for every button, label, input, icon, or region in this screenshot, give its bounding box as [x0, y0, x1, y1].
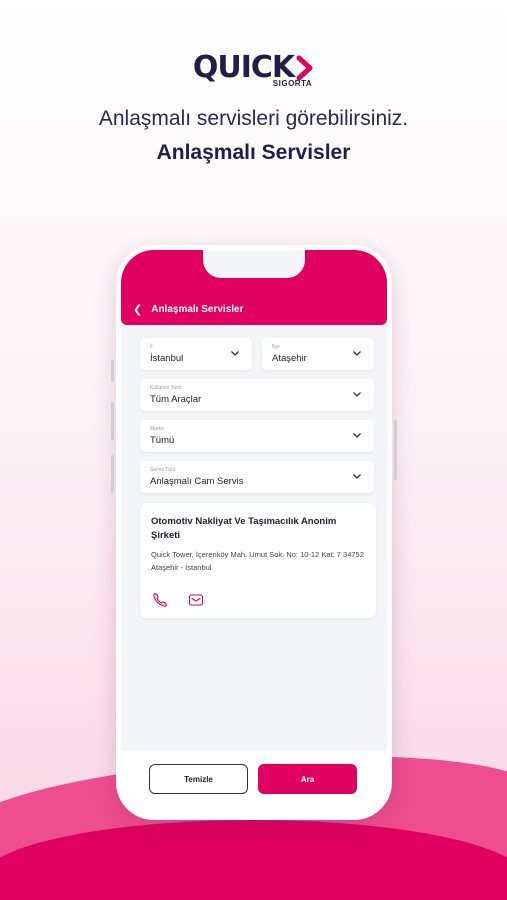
phone-mockup: ❮ Anlaşmalı Servisler İl İstanbul İlçe A… [116, 245, 392, 820]
field-label: Kullanım Tarzı [150, 385, 182, 391]
chevron-left-icon[interactable]: ❮ [133, 303, 142, 316]
chevron-down-icon [353, 474, 361, 479]
field-value: Tümü [150, 435, 175, 446]
search-button[interactable]: Ara [258, 764, 357, 794]
field-value: İstanbul [150, 353, 184, 364]
brand-logo: QUICK SIGORTA [0, 50, 507, 88]
chevron-down-icon [353, 392, 361, 397]
field-label: İl [150, 344, 153, 350]
ilce-select[interactable]: İlçe Ataşehir [262, 338, 374, 370]
logo-subtext: SIGORTA [272, 79, 313, 88]
screen-title: Anlaşmalı Servisler [151, 304, 244, 315]
field-label: Marka [150, 426, 164, 432]
field-value: Anlaşmalı Cam Servis [150, 476, 244, 487]
kullanim-select[interactable]: Kullanım Tarzı Tüm Araçlar [140, 379, 374, 411]
action-footer: Temizle Ara [121, 749, 387, 815]
chevron-down-icon [353, 433, 361, 438]
logo-chevron-icon [296, 55, 313, 80]
il-select[interactable]: İl İstanbul [140, 338, 252, 370]
phone-icon[interactable] [152, 592, 168, 608]
card-actions [152, 592, 204, 608]
header-title-bar: ❮ Anlaşmalı Servisler [133, 303, 244, 316]
marka-select[interactable]: Marka Tümü [140, 420, 374, 452]
servis-turu-select[interactable]: Servis Türü Anlaşmalı Cam Servis [140, 461, 374, 493]
field-label: İlçe [272, 344, 280, 350]
phone-side-button [394, 420, 397, 480]
service-address: Quick Tower, İçerenköy Mah. Umut Sok. No… [151, 550, 364, 572]
app-header: ❮ Anlaşmalı Servisler [121, 250, 387, 325]
phone-notch [203, 250, 305, 278]
service-name: Otomotiv Nakliyat Ve Taşımacılık Anonim … [151, 516, 337, 541]
clear-button[interactable]: Temizle [149, 764, 248, 794]
mail-icon[interactable] [188, 592, 204, 608]
field-label: Servis Türü [150, 467, 176, 473]
phone-side-button [111, 455, 114, 493]
headline: Anlaşmalı servisleri görebilirsiniz. [98, 107, 409, 130]
field-value: Ataşehir [272, 353, 307, 364]
phone-side-button [111, 402, 114, 440]
subheadline: Anlaşmalı Servisler [156, 141, 351, 164]
chevron-down-icon [231, 351, 239, 356]
chevron-down-icon [353, 351, 361, 356]
phone-side-button [111, 360, 114, 382]
field-value: Tüm Araçlar [150, 394, 202, 405]
service-result-card[interactable]: Otomotiv Nakliyat Ve Taşımacılık Anonim … [140, 503, 376, 618]
